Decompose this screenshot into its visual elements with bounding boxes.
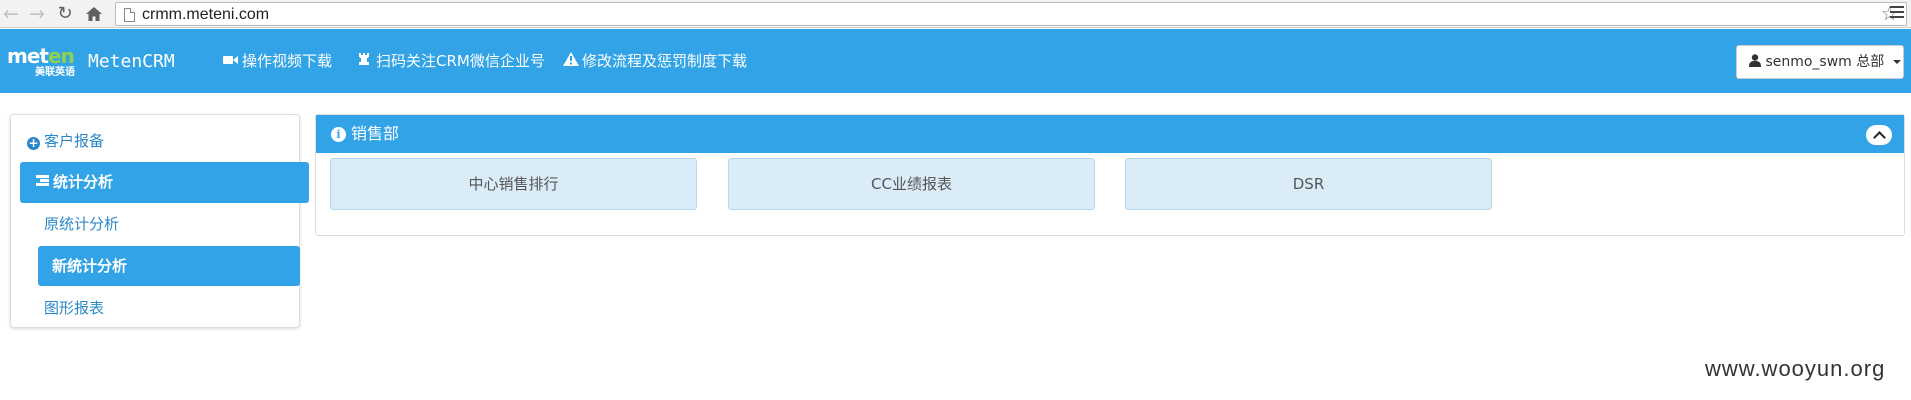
hamburger-menu-icon[interactable]	[1890, 6, 1904, 21]
watermark: www.wooyun.org	[1705, 356, 1886, 381]
sidebar-item-new-statistics[interactable]: 新统计分析	[38, 246, 300, 286]
arrow-right-icon[interactable]: →	[26, 3, 48, 25]
user-icon	[1749, 54, 1765, 70]
chevron-up-icon[interactable]	[1866, 125, 1892, 145]
nav-process-download[interactable]: 修改流程及惩罚制度下载	[563, 51, 747, 71]
nav-wechat-follow[interactable]: 扫码关注CRM微信企业号	[357, 51, 545, 71]
tasks-icon	[36, 175, 49, 187]
info-circle-icon: i	[331, 127, 346, 142]
user-menu-button[interactable]: senmo_swm 总部	[1736, 45, 1904, 79]
tile-center-sales-ranking[interactable]: 中心销售排行	[330, 158, 697, 210]
user-label: senmo_swm 总部	[1765, 54, 1885, 70]
tile-cc-performance-report[interactable]: CC业绩报表	[728, 158, 1095, 210]
sidebar-item-statistics[interactable]: 统计分析	[20, 162, 309, 203]
brand-name[interactable]: MetenCRM	[88, 51, 175, 73]
nav-video-download[interactable]: 操作视频下载	[223, 51, 332, 71]
browser-toolbar: ← → ↻ crmm.meteni.com ☆	[0, 0, 1911, 28]
sidebar-item-graph-report[interactable]: 图形报表	[44, 298, 104, 318]
tile-dsr[interactable]: DSR	[1125, 158, 1492, 210]
reload-icon[interactable]: ↻	[54, 3, 76, 25]
warning-icon	[563, 51, 579, 71]
url-text[interactable]: crmm.meteni.com	[142, 5, 269, 25]
home-icon[interactable]	[83, 3, 105, 25]
sidebar-item-old-statistics[interactable]: 原统计分析	[44, 214, 119, 234]
app-header: meten 美联英语 MetenCRM 操作视频下载 扫码关注CRM微信企业号 …	[0, 29, 1911, 93]
arrow-left-icon[interactable]: ←	[0, 3, 22, 25]
sidebar-item-customer-report[interactable]: + 客户报备	[27, 131, 104, 151]
panel-title: i 销售部	[331, 124, 399, 144]
caret-down-icon	[1892, 60, 1901, 64]
address-bar[interactable]: crmm.meteni.com ☆	[115, 2, 1907, 26]
panel-header: i 销售部	[316, 115, 1904, 153]
sidebar: + 客户报备 统计分析 原统计分析 新统计分析 图形报表	[10, 114, 309, 328]
chess-rook-icon	[357, 51, 373, 71]
video-camera-icon	[223, 51, 239, 71]
meten-logo[interactable]: meten 美联英语	[7, 46, 85, 80]
plus-circle-icon: +	[27, 136, 40, 150]
sales-panel: i 销售部 中心销售排行 CC业绩报表 DSR	[315, 114, 1905, 236]
page-icon	[124, 8, 135, 22]
